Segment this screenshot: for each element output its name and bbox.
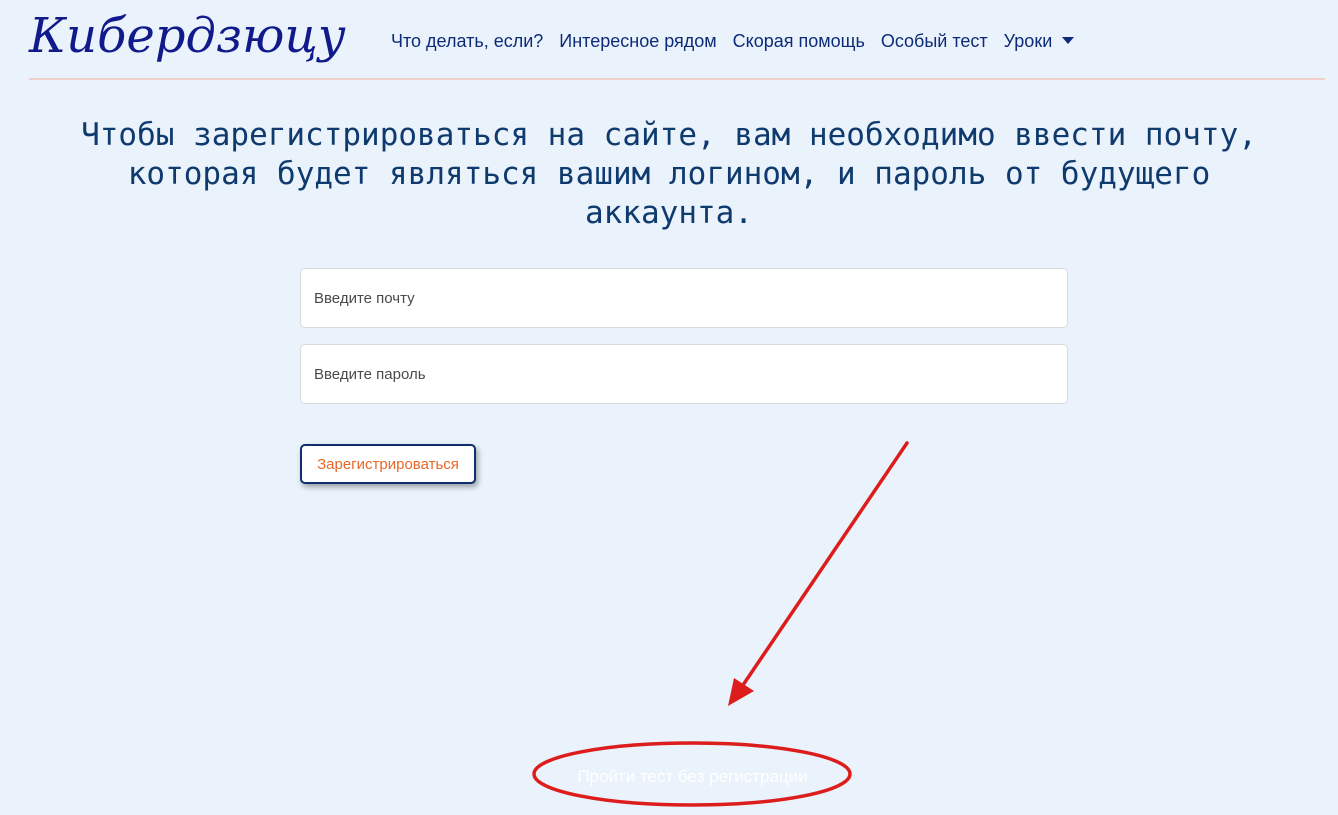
- page-headline: Чтобы зарегистрироваться на сайте, вам н…: [81, 117, 1257, 231]
- navbar: Кибердзюцу Что делать, если? Интересное …: [29, 0, 1325, 80]
- nav-item-special-test[interactable]: Особый тест: [881, 28, 988, 54]
- brand-logo[interactable]: Кибердзюцу: [29, 6, 346, 66]
- red-arrow-head: [728, 678, 754, 706]
- nav-item-what-to-do[interactable]: Что делать, если?: [391, 28, 543, 54]
- register-button[interactable]: Зарегистрироваться: [300, 444, 476, 484]
- nav-item-lessons-dropdown[interactable]: Уроки: [1004, 28, 1075, 54]
- email-field[interactable]: [300, 268, 1068, 328]
- nav-item-interesting-nearby[interactable]: Интересное рядом: [559, 28, 716, 54]
- nav-item-first-aid[interactable]: Скорая помощь: [733, 28, 865, 54]
- skip-registration-link[interactable]: Пройти тест без регистрации: [540, 766, 845, 788]
- nav-item-lessons-label: Уроки: [1003, 31, 1053, 51]
- chevron-down-icon: [1062, 37, 1075, 44]
- red-arrow-shaft: [739, 441, 909, 690]
- password-field[interactable]: [300, 344, 1068, 404]
- nav-menu: Что делать, если? Интересное рядом Скора…: [391, 28, 1075, 54]
